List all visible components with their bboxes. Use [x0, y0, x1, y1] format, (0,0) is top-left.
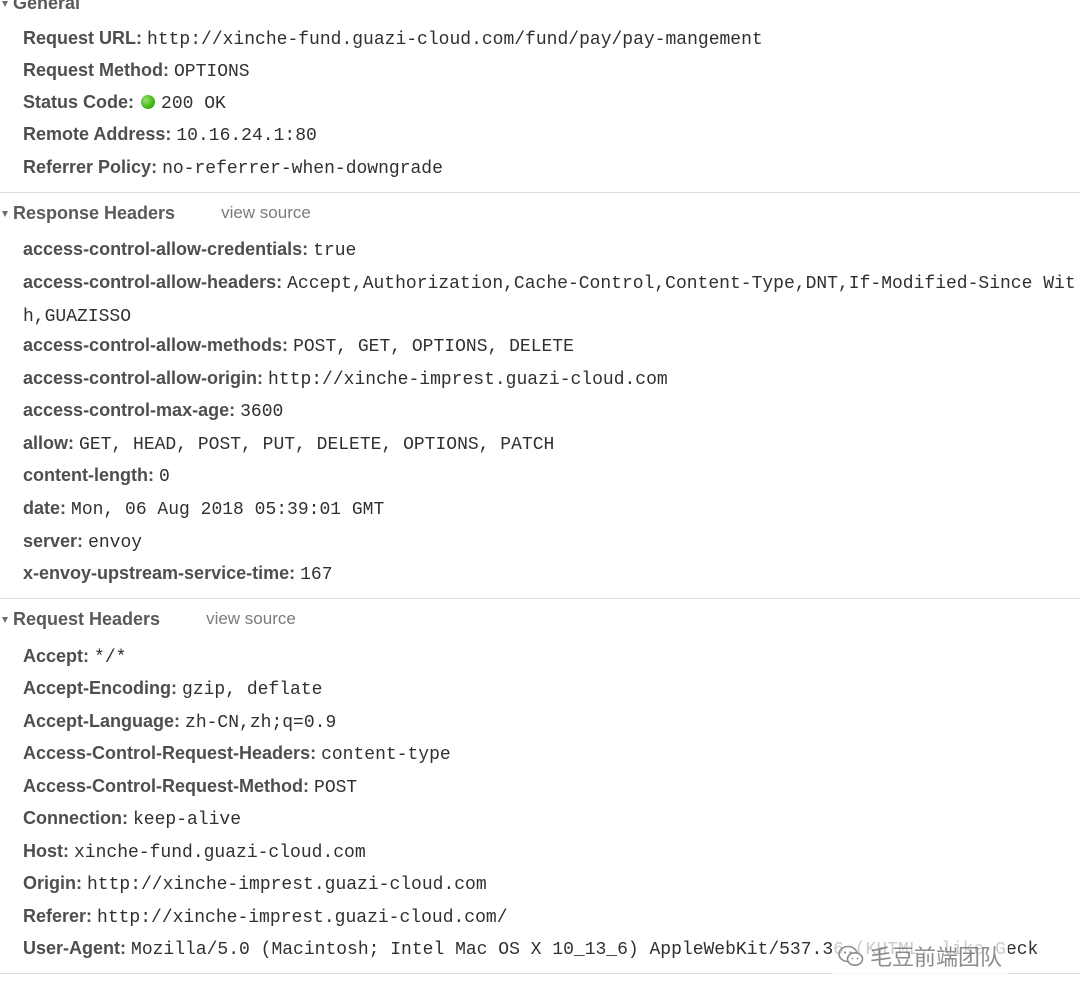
- request-header-row: Origin: http://xinche-imprest.guazi-clou…: [23, 868, 1080, 899]
- request-headers-section-header[interactable]: Request Headers view source: [0, 604, 296, 634]
- response-headers-section-header[interactable]: Response Headers view source: [0, 198, 311, 228]
- request-header-row: Access-Control-Request-Headers: content-…: [23, 738, 1080, 769]
- request-header-row: Referer: http://xinche-imprest.guazi-clo…: [23, 901, 1080, 932]
- header-value: http://xinche-imprest.guazi-cloud.com: [87, 875, 487, 895]
- general-title: General: [13, 0, 81, 13]
- request-header-row: Host: xinche-fund.guazi-cloud.com: [23, 836, 1080, 867]
- header-key: Access-Control-Request-Method:: [23, 776, 315, 796]
- header-value: 3600: [240, 402, 284, 422]
- header-value: keep-alive: [133, 810, 242, 830]
- header-key: Host:: [23, 841, 74, 861]
- header-key: Accept-Encoding:: [23, 678, 183, 698]
- header-value: GET, HEAD, POST, PUT, DELETE, OPTIONS, P…: [79, 435, 555, 455]
- general-row-status-code: Status Code: 200 OK: [23, 87, 1080, 118]
- header-value: 0: [158, 467, 170, 487]
- general-row-referrer-policy: Referrer Policy: no-referrer-when-downgr…: [23, 152, 1080, 183]
- header-key: access-control-max-age:: [23, 400, 241, 420]
- header-value: gzip, deflate: [182, 680, 323, 700]
- collapse-triangle-icon[interactable]: [2, 1, 8, 7]
- watermark: 毛豆前端团队: [832, 938, 1009, 974]
- header-value: xinche-fund.guazi-cloud.com: [74, 843, 366, 863]
- response-headers-title: Response Headers: [13, 202, 176, 223]
- response-header-row: access-control-max-age: 3600: [23, 395, 1080, 426]
- wechat-icon: [838, 945, 864, 966]
- request-header-row: Accept: */*: [23, 641, 1080, 672]
- header-key: Accept-Language:: [23, 711, 186, 731]
- header-key: Access-Control-Request-Headers:: [23, 743, 322, 763]
- status-ok-icon: [141, 95, 156, 109]
- header-value: OPTIONS: [174, 62, 250, 82]
- header-value: */*: [94, 648, 127, 668]
- header-value: 167: [300, 565, 333, 585]
- request-header-row: Access-Control-Request-Method: POST: [23, 771, 1080, 802]
- header-key: Connection:: [23, 808, 133, 828]
- header-key: access-control-allow-headers:: [23, 272, 288, 292]
- header-value: zh-CN,zh;q=0.9: [185, 713, 337, 733]
- response-header-row: content-length: 0: [23, 460, 1080, 491]
- response-header-row: x-envoy-upstream-service-time: 167: [23, 558, 1080, 589]
- request-view-source-link[interactable]: view source: [206, 609, 296, 629]
- response-header-row: access-control-allow-headers: Accept,Aut…: [23, 267, 1080, 329]
- header-key: Referrer Policy:: [23, 157, 163, 177]
- general-section-header[interactable]: General: [0, 0, 80, 18]
- header-value: no-referrer-when-downgrade: [162, 159, 443, 179]
- response-header-row: access-control-allow-methods: POST, GET,…: [23, 330, 1080, 361]
- header-value: content-type: [321, 745, 451, 765]
- section-divider: [0, 192, 1080, 193]
- header-key: date:: [23, 498, 72, 518]
- header-key: Accept:: [23, 646, 95, 666]
- header-value: true: [313, 241, 357, 261]
- response-header-row: allow: GET, HEAD, POST, PUT, DELETE, OPT…: [23, 428, 1080, 459]
- section-divider: [0, 598, 1080, 599]
- header-key: Remote Address:: [23, 124, 177, 144]
- response-header-row: access-control-allow-credentials: true: [23, 234, 1080, 265]
- header-value: 200 OK: [161, 94, 226, 114]
- header-value: http://xinche-imprest.guazi-cloud.com: [268, 370, 668, 390]
- response-header-row: date: Mon, 06 Aug 2018 05:39:01 GMT: [23, 493, 1080, 524]
- header-key: Status Code:: [23, 92, 140, 112]
- header-key: Origin:: [23, 873, 87, 893]
- request-header-row: Accept-Language: zh-CN,zh;q=0.9: [23, 706, 1080, 737]
- header-value: 10.16.24.1:80: [176, 126, 317, 146]
- header-key: Referer:: [23, 906, 98, 926]
- header-key: allow:: [23, 433, 80, 453]
- header-key: content-length:: [23, 465, 159, 485]
- collapse-triangle-icon[interactable]: [2, 617, 8, 623]
- general-row-remote-address: Remote Address: 10.16.24.1:80: [23, 119, 1080, 150]
- header-key: User-Agent:: [23, 938, 132, 958]
- request-header-row: Accept-Encoding: gzip, deflate: [23, 673, 1080, 704]
- header-value: Mon, 06 Aug 2018 05:39:01 GMT: [71, 500, 385, 520]
- header-value: POST, GET, OPTIONS, DELETE: [293, 337, 574, 357]
- response-header-row: access-control-allow-origin: http://xinc…: [23, 363, 1080, 394]
- header-value: http://xinche-fund.guazi-cloud.com/fund/…: [147, 30, 763, 50]
- response-view-source-link[interactable]: view source: [221, 203, 311, 223]
- header-key: x-envoy-upstream-service-time:: [23, 563, 301, 583]
- header-key: access-control-allow-methods:: [23, 335, 294, 355]
- header-key: access-control-allow-credentials:: [23, 239, 314, 259]
- request-header-row: Connection: keep-alive: [23, 803, 1080, 834]
- header-value: http://xinche-imprest.guazi-cloud.com/: [97, 908, 508, 928]
- header-value: envoy: [88, 533, 143, 553]
- header-key: access-control-allow-origin:: [23, 368, 269, 388]
- request-headers-title: Request Headers: [13, 608, 161, 629]
- watermark-text: 毛豆前端团队: [870, 946, 1003, 971]
- header-key: Request URL:: [23, 28, 148, 48]
- header-value: POST: [314, 778, 358, 798]
- general-row-request-url: Request URL: http://xinche-fund.guazi-cl…: [23, 23, 1080, 54]
- header-key: server:: [23, 531, 89, 551]
- header-key: Request Method:: [23, 60, 174, 80]
- response-header-row: server: envoy: [23, 526, 1080, 557]
- general-row-request-method: Request Method: OPTIONS: [23, 55, 1080, 86]
- collapse-triangle-icon[interactable]: [2, 211, 8, 217]
